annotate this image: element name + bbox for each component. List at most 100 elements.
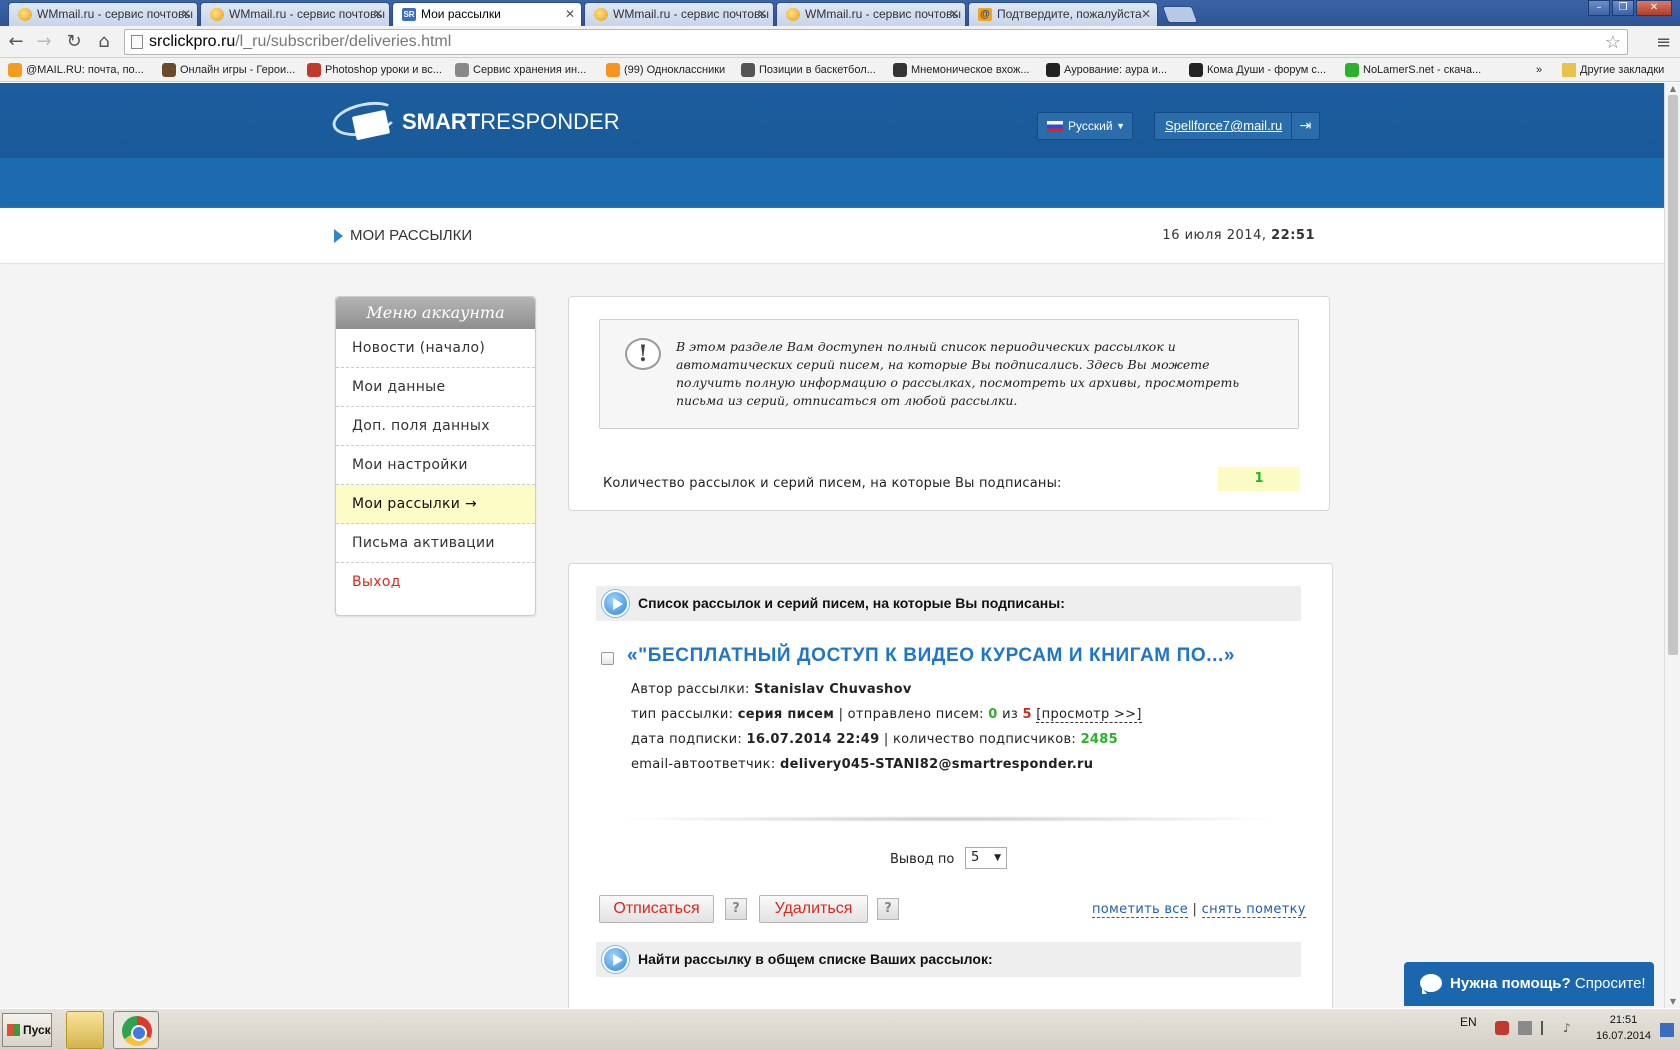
keyboard-language[interactable]: EN [1460,1015,1477,1029]
delivery-checkbox[interactable] [601,652,614,665]
email-label: email-автоответчик: [631,757,776,772]
browser-tab[interactable]: WMmail.ru - сервис почтовы ✕ [8,2,198,26]
browser-tab[interactable]: WMmail.ru - сервис почтовы ✕ [200,2,390,26]
delete-help-icon[interactable]: ? [877,898,899,920]
unmark-link[interactable]: снять пометку [1201,902,1306,918]
browser-tab[interactable]: WMmail.ru - сервис почтовы ✕ [776,2,966,26]
bookmark-label: Онлайн игры - Герои... [180,64,296,76]
bookmark-item[interactable]: Мнемоническое вхож... [893,62,1030,78]
menu-item-news[interactable]: Новости (начало) [336,329,535,368]
bookmark-item[interactable]: NoLamerS.net - скача... [1345,62,1481,78]
deliveries-panel: Список рассылок и серий писем, на которы… [568,563,1333,1008]
bookmarks-overflow-label: » [1536,64,1543,76]
sent-label: | отправлено писем: [838,707,984,722]
language-select[interactable]: Русский ▼ [1037,112,1133,140]
back-icon[interactable]: ← [6,32,26,52]
close-window-icon[interactable]: ✕ [1636,0,1672,16]
close-tab-icon[interactable]: ✕ [757,3,767,25]
sent-count: 0 [988,707,998,722]
email-value: delivery045-STANI82@smartresponder.ru [779,757,1094,772]
per-page-select[interactable]: 5 ▼ [965,847,1007,869]
user-email-link[interactable]: Spellforce7@mail.ru [1165,113,1282,139]
menu-item-deliveries[interactable]: Мои рассылки → [336,485,535,524]
skull-icon [1189,63,1203,77]
browser-tab[interactable]: WMmail.ru - сервис почтовы ✕ [584,2,774,26]
exclamation-icon: ! [625,338,661,370]
page-scrollbar[interactable]: ▲ ▼ [1664,83,1680,1008]
close-tab-icon[interactable]: ✕ [949,3,959,25]
current-datetime: 16 июля 2014, 22:51 [1162,228,1315,243]
antivirus-icon[interactable] [1495,1021,1509,1035]
bookmarks-overflow[interactable]: » [1536,62,1542,78]
wikipedia-icon [741,63,755,77]
bookmark-item[interactable]: Онлайн игры - Герои... [162,62,295,78]
mailru-icon [8,63,22,77]
photoshop-icon [307,63,321,77]
user-box: Spellforce7@mail.ru ⇥ [1154,112,1320,140]
other-bookmarks[interactable]: Другие закладки [1562,62,1664,78]
bookmark-item[interactable]: @MAIL.RU: почта, по... [8,62,144,78]
scroll-down-icon[interactable]: ▼ [1665,996,1680,1008]
chrome-taskbar-icon[interactable] [113,1011,159,1049]
logo-text-bold: SMART [402,109,481,134]
bookmark-star-icon[interactable]: ☆ [1605,30,1621,54]
browser-tab-active[interactable]: SR Мои рассылки ✕ [392,2,582,26]
bookmark-item[interactable]: Аурование: аура и... [1046,62,1167,78]
bookmark-label: Кома Души - форум с... [1207,64,1327,76]
mark-all-link[interactable]: пометить все [1092,902,1189,918]
restore-icon[interactable]: ❐ [1612,0,1634,16]
folder-icon [1562,63,1576,77]
bookmark-item[interactable]: Photoshop уроки и вс... [307,62,442,78]
ex-icon [455,63,469,77]
menu-item-logout[interactable]: Выход [336,563,535,602]
clock-time: 21:51 [1609,1014,1638,1026]
close-tab-icon[interactable]: ✕ [181,3,191,25]
wmmail-icon [786,8,800,21]
view-letters-link[interactable]: [просмотр >>] [1036,707,1142,723]
menu-item-my-data[interactable]: Мои данные [336,368,535,407]
notice-box: ! В этом разделе Вам доступен полный спи… [599,319,1299,429]
unsubscribe-help-icon[interactable]: ? [725,898,747,920]
menu-item-activation-letters[interactable]: Письма активации [336,524,535,563]
file-explorer-icon[interactable] [66,1011,104,1049]
scroll-thumb[interactable] [1668,95,1678,655]
close-tab-icon[interactable]: ✕ [1141,3,1151,25]
help-chat-button[interactable]: Нужна помощь? Спросите! [1404,962,1654,1006]
window-controls: – ❐ ✕ [1588,0,1672,18]
bookmark-label: NoLamerS.net - скача... [1363,64,1482,76]
smartresponder-logo[interactable]: SMART RESPONDER [329,96,620,147]
reload-icon[interactable]: ↻ [64,32,84,52]
account-menu: Меню аккаунта Новости (начало) Мои данны… [335,296,536,616]
close-tab-icon[interactable]: ✕ [373,3,383,25]
wmmail-icon [18,8,32,21]
minimize-icon[interactable]: – [1588,0,1610,16]
menu-item-extra-fields[interactable]: Доп. поля данных [336,407,535,446]
bookmark-item[interactable]: Сервис хранения ин... [455,62,586,78]
menu-item-settings[interactable]: Мои настройки [336,446,535,485]
delivery-author-row: Автор рассылки: Stanislav Chuvashov [631,682,912,697]
new-tab-button[interactable] [1161,6,1199,23]
home-icon[interactable]: ⌂ [94,32,114,52]
bookmark-item[interactable]: Позиции в баскетбол... [741,62,876,78]
taskbar-clock[interactable]: 21:51 16.07.2014 [1596,1012,1651,1044]
delete-button[interactable]: Удалиться [759,895,868,923]
network-icon[interactable] [1518,1021,1532,1035]
show-desktop-icon[interactable] [1660,1023,1674,1037]
close-tab-icon[interactable]: ✕ [565,3,575,25]
address-bar[interactable]: srclickpro.ru/l_ru/subscriber/deliveries… [124,29,1628,55]
flag-icon[interactable] [1541,1021,1555,1035]
forward-icon[interactable]: → [34,32,54,52]
start-button[interactable]: Пуск [2,1013,52,1047]
scroll-up-icon[interactable]: ▲ [1665,83,1680,95]
browser-toolbar: ← → ↻ ⌂ srclickpro.ru/l_ru/subscriber/de… [0,26,1680,58]
browser-tab[interactable]: @ Подтвердите, пожалуйста ✕ [968,2,1158,26]
volume-icon[interactable]: ♪ [1563,1021,1577,1035]
bookmark-item[interactable]: Кома Души - форум с... [1189,62,1326,78]
info-panel: ! В этом разделе Вам доступен полный спи… [568,296,1330,511]
bookmark-item[interactable]: (99) Одноклассники [606,62,725,78]
unsubscribe-button[interactable]: Отписаться [599,895,714,923]
chrome-menu-icon[interactable]: ≡ [1656,32,1671,53]
logout-icon[interactable]: ⇥ [1291,113,1319,139]
tab-title: Мои рассылки [421,7,501,21]
delivery-title-link[interactable]: «"БЕСПЛАТНЫЙ ДОСТУП К ВИДЕО КУРСАМ И КНИ… [627,645,1235,667]
